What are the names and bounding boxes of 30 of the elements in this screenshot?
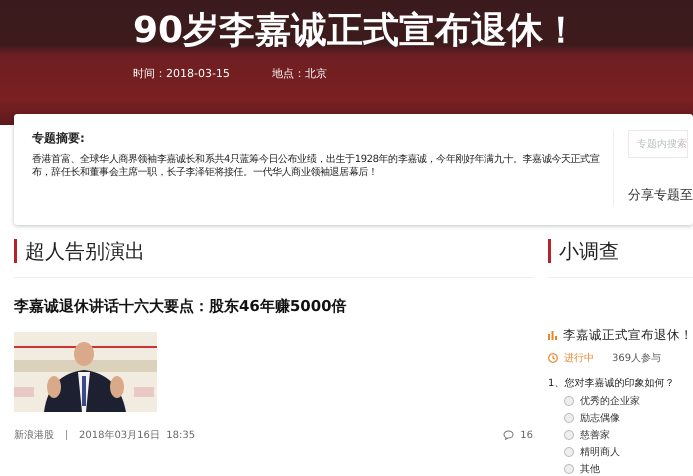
poll-option[interactable]: 励志偶像 [564,411,693,424]
poll-title: 李嘉诚正式宣布退休！ [563,327,693,344]
radio-button[interactable] [564,464,574,474]
share-label: 分享专题至 [628,187,693,204]
page-title: 90岁李嘉诚正式宣布退休！ [133,9,580,53]
participant-count: 369人参与 [612,352,662,365]
clock-icon [548,353,558,363]
poll-option[interactable]: 慈善家 [564,428,693,441]
article-title[interactable]: 李嘉诚退休讲话十六大要点：股东46年赚5000倍 [14,297,533,316]
summary-text: 香港首富、全球华人商界领袖李嘉诚长和系共4只蓝筹今日公布业绩，出生于1928年的李嘉诚，今年刚好年满九十。李嘉诚今天正式宣布，辞任长和董事会主席一职，长子李泽钜将接任。一代华人商业领袖退居幕后！ [32,153,600,179]
poll-status: 进行中 [564,352,594,365]
poll-option[interactable]: 精明商人 [564,445,693,458]
bar-chart-icon [548,331,557,340]
radio-button[interactable] [564,412,574,422]
radio-button[interactable] [564,396,574,406]
poll-option[interactable]: 优秀的企业家 [564,394,693,407]
article-source: 新浪港股 [14,428,54,442]
radio-button[interactable] [564,430,574,440]
article-date: 2018年03月16日 18:35 [79,429,196,442]
survey-title: 小调查 [548,239,693,263]
comment-count: 16 [520,430,533,440]
search-field[interactable]: 专题内搜索 [628,130,688,158]
poll-question: 1、您对李嘉诚的印象如何？ [548,376,676,390]
poll-option[interactable]: 其他 [564,462,693,475]
summary-heading: 专题摘要: [32,130,86,147]
comment-icon [503,430,514,440]
section-title: 超人告别演出 [14,239,533,263]
radio-button[interactable] [564,446,574,456]
event-place: 地点：北京 [272,66,327,81]
event-time: 时间：2018-03-15 [133,66,230,81]
